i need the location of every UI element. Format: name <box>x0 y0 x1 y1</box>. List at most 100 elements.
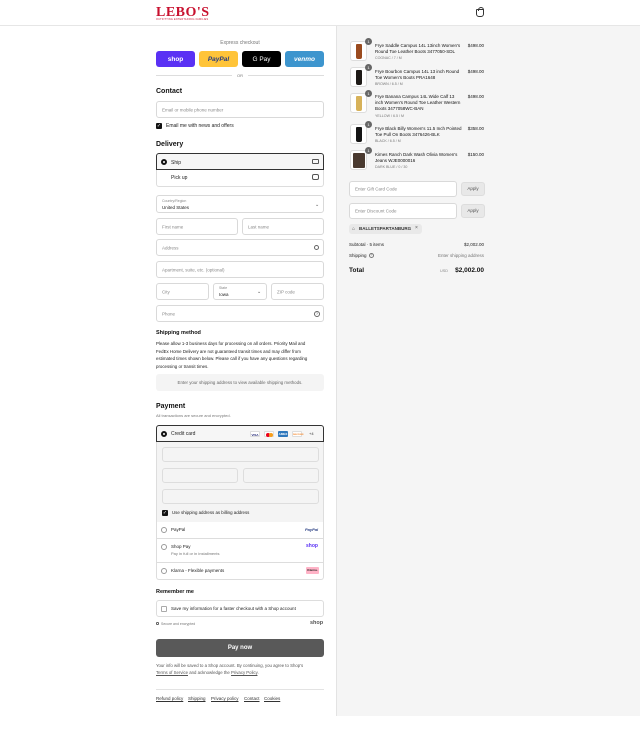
paypal-label: PayPal <box>171 527 186 532</box>
shop-pay-sub: Pay in full or in installments <box>171 551 220 556</box>
paypal-radio[interactable] <box>161 527 167 533</box>
secure-label: Secure and encrypted <box>161 622 196 626</box>
refund-policy-link[interactable]: Refund policy <box>156 696 183 701</box>
legal-line: Your info will be saved to a Shop accoun… <box>156 663 304 668</box>
delivery-heading: Delivery <box>156 141 184 148</box>
first-name-field[interactable]: First name <box>156 218 238 235</box>
cart-item-name: Frye Bourbon Campus 14L 13 inch Round To… <box>375 69 460 80</box>
boot-image <box>356 127 362 142</box>
product-thumbnail <box>350 124 367 144</box>
google-pay-button[interactable]: G Pay <box>242 51 281 67</box>
country-select[interactable]: Country/Region United States ⌄ <box>156 195 324 213</box>
pickup-option[interactable]: Pick up <box>156 170 324 187</box>
shop-pay-radio[interactable] <box>161 544 167 550</box>
info-icon[interactable]: ? <box>369 253 374 258</box>
ship-option[interactable]: Ship <box>156 153 324 170</box>
product-thumbnail <box>350 150 367 170</box>
contact-link[interactable]: Contact <box>244 696 260 701</box>
save-info-option[interactable]: Save my information for a faster checkou… <box>156 600 324 617</box>
boot-image <box>356 44 362 59</box>
total-currency: USD <box>440 269 449 273</box>
last-name-field[interactable]: Last name <box>242 218 324 235</box>
jeans-image <box>353 153 365 168</box>
tag-icon: ⌂ <box>352 226 356 232</box>
or-divider-label: OR <box>237 73 243 78</box>
credit-card-label: Credit card <box>171 431 196 437</box>
remove-discount-icon[interactable]: × <box>415 225 418 231</box>
pickup-label: Pick up <box>171 175 188 181</box>
state-select[interactable]: State Iowa ⌄ <box>213 283 267 300</box>
legal-text: Your info will be saved to a Shop accoun… <box>156 662 324 676</box>
discount-apply-button[interactable]: Apply <box>461 204 485 218</box>
cart-item-price: $358.00 <box>467 126 484 131</box>
shipping-label: Shipping <box>349 253 367 258</box>
cookies-link[interactable]: Cookies <box>264 696 280 701</box>
legal-ack: and acknowledge the <box>189 670 230 675</box>
gift-apply-button[interactable]: Apply <box>461 182 485 196</box>
card-number-field[interactable] <box>162 447 319 462</box>
store-icon <box>312 174 319 180</box>
last-name-placeholder: Last name <box>248 224 270 229</box>
privacy-link[interactable]: Privacy Policy <box>231 670 257 675</box>
city-field[interactable]: City <box>156 283 209 300</box>
ship-radio[interactable] <box>161 159 167 165</box>
cart-item-variant: DARK BLUE / 0 / 30 <box>375 165 408 169</box>
truck-icon <box>312 159 319 164</box>
news-label: Email me with news and offers <box>166 123 234 129</box>
boot-image <box>356 96 362 111</box>
first-name-placeholder: First name <box>162 224 184 229</box>
shipping-link[interactable]: Shipping <box>188 696 206 701</box>
paypal-button[interactable]: PayPal <box>199 51 238 67</box>
mastercard-icon <box>264 431 274 437</box>
billing-label: Use shipping address as billing address <box>172 510 250 515</box>
phone-field[interactable]: Phone ? <box>156 305 324 322</box>
shipping-value: Enter shipping address <box>437 253 484 258</box>
card-security-code-field[interactable] <box>243 468 319 483</box>
privacy-policy-link[interactable]: Privacy policy <box>211 696 239 701</box>
shipping-method-placeholder: Enter your shipping address to view avai… <box>156 374 324 391</box>
discount-placeholder: Enter Discount Code <box>355 208 397 214</box>
country-label: Country/Region <box>162 199 187 203</box>
zip-field[interactable]: ZIP code <box>271 283 324 300</box>
cart-item-variant: COGNAC / 7 / M <box>375 56 402 60</box>
ship-label: Ship <box>171 160 182 166</box>
klarna-icon: Klarna. <box>306 567 319 574</box>
apartment-field[interactable]: Apartment, suite, etc. (optional) <box>156 261 324 278</box>
help-icon[interactable]: ? <box>314 311 320 317</box>
express-checkout-title: Express checkout <box>220 40 260 46</box>
venmo-button[interactable]: venmo <box>285 51 324 67</box>
card-expiry-field[interactable] <box>162 468 238 483</box>
country-value: United States <box>162 205 190 210</box>
shop-pay-option[interactable]: Shop Pay Pay in full or in installments … <box>156 539 324 563</box>
total-value: $2,002.00 <box>455 267 484 274</box>
city-placeholder: City <box>162 289 170 294</box>
card-name-field[interactable] <box>162 489 319 504</box>
credit-card-radio[interactable] <box>161 431 167 437</box>
quantity-badge: 1 <box>365 64 372 71</box>
more-cards-count: +4 <box>309 431 314 436</box>
cart-item-price: $498.00 <box>467 69 484 74</box>
save-info-checkbox[interactable] <box>161 606 167 612</box>
terms-link[interactable]: Terms of Service <box>156 670 188 675</box>
shopping-bag-icon[interactable] <box>476 7 484 17</box>
billing-checkbox[interactable]: ✓ <box>162 510 168 516</box>
cart-item-price: $150.00 <box>467 152 484 157</box>
legal-period: . <box>257 670 259 675</box>
paypal-option[interactable]: PayPal PayPal <box>156 522 324 539</box>
zip-placeholder: ZIP code <box>277 289 295 294</box>
klarna-radio[interactable] <box>161 568 167 574</box>
cart-item-variant: YELLOW / 6.5 / M <box>375 114 404 118</box>
news-checkbox[interactable]: ✓ <box>156 123 162 129</box>
email-field[interactable]: Email or mobile phone number <box>156 101 324 118</box>
cart-item-name: Frye Saddle Campus 14L 13inch Women's Ro… <box>375 43 461 54</box>
cart-item-name: Kimes Ranch Dark Wash Olivia Women's Jea… <box>375 152 458 163</box>
shipping-note: Please allow 1-3 business days for proce… <box>156 341 308 369</box>
payment-heading: Payment <box>156 403 186 410</box>
address-field[interactable]: Address <box>156 239 324 256</box>
shop-pay-button[interactable]: shop <box>156 51 195 67</box>
remember-me-heading: Remember me <box>156 589 194 595</box>
discount-field[interactable]: Enter Discount Code <box>349 203 457 219</box>
gift-card-field[interactable]: Enter Gift Card Code <box>349 181 457 197</box>
pay-now-button[interactable]: Pay now <box>156 639 324 657</box>
klarna-option[interactable]: Klarna - Flexible payments Klarna. <box>156 563 324 580</box>
